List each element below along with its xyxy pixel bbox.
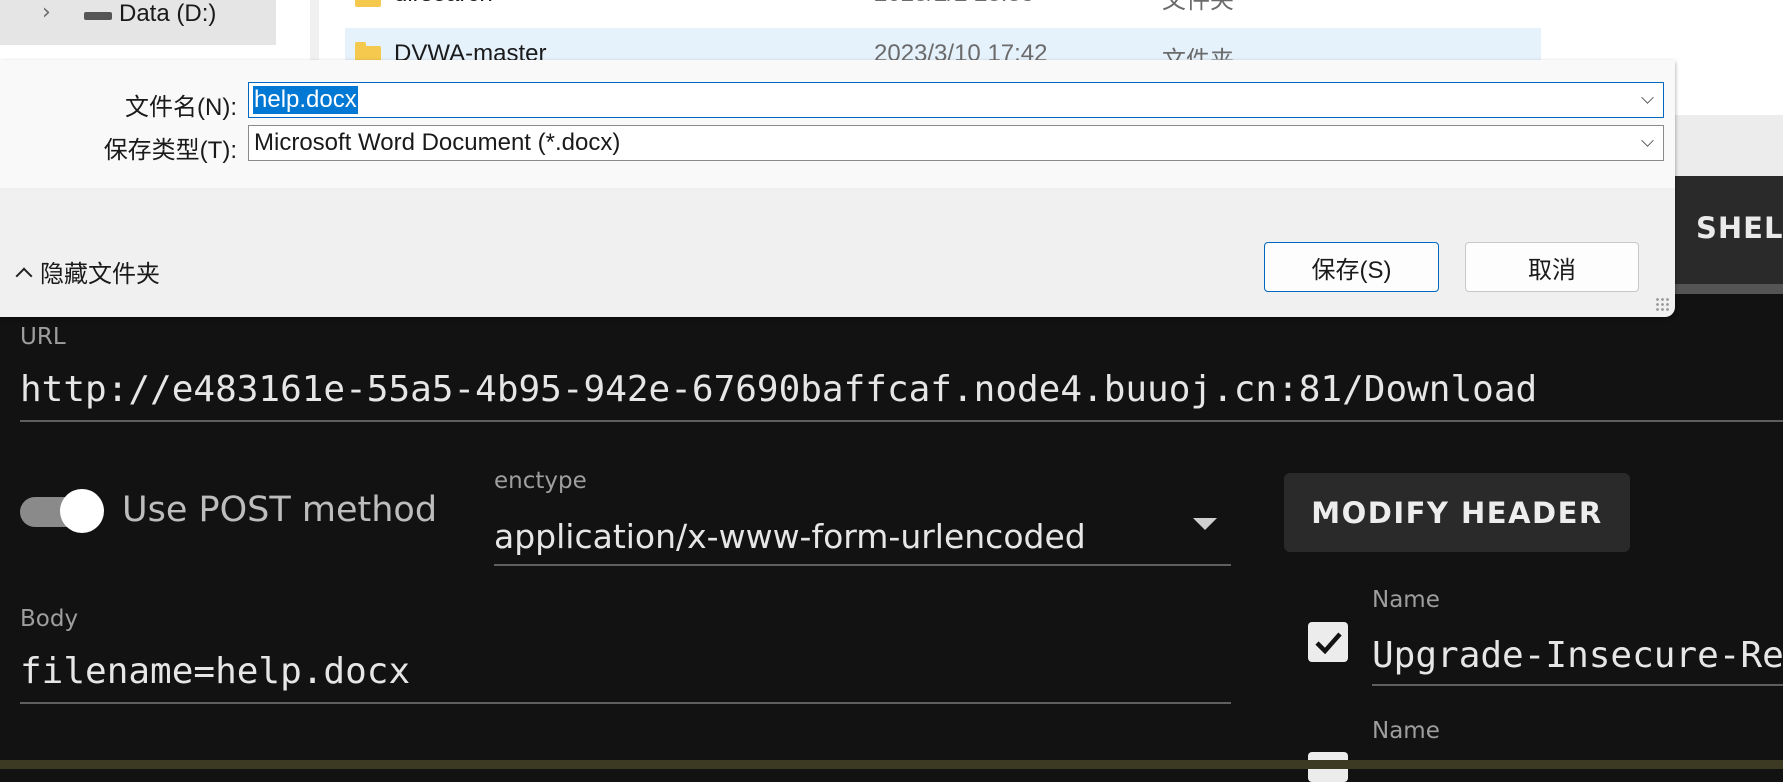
file-date: 2023/2/2 23:38 bbox=[874, 0, 1034, 8]
header-name-label: Name bbox=[1372, 587, 1440, 613]
folder-icon bbox=[355, 0, 381, 7]
filename-input[interactable]: help.docx bbox=[248, 82, 1664, 118]
dropdown-arrow-icon[interactable] bbox=[1193, 518, 1217, 530]
filename-label: 文件名(N): bbox=[125, 94, 237, 121]
enctype-select[interactable]: application/x-www-form-urlencoded bbox=[494, 517, 1086, 556]
modify-header-button[interactable]: MODIFY HEADER bbox=[1284, 473, 1630, 552]
enctype-underline bbox=[494, 564, 1231, 566]
dialog-browser-area: › Data (D:) dirsearch 2023/2/2 23:38 文件夹… bbox=[0, 0, 1675, 74]
body-label: Body bbox=[20, 606, 79, 632]
nav-scrollbar[interactable] bbox=[310, 0, 319, 60]
url-underline bbox=[20, 420, 1783, 422]
file-name: dirsearch bbox=[394, 0, 493, 8]
url-input[interactable]: http://e483161e-55a5-4b95-942e-67690baff… bbox=[20, 369, 1537, 410]
file-row[interactable]: dirsearch 2023/2/2 23:38 文件夹 bbox=[345, 0, 1541, 14]
filetype-select[interactable]: Microsoft Word Document (*.docx) bbox=[248, 125, 1664, 161]
save-button[interactable]: 保存(S) bbox=[1264, 242, 1439, 292]
app-top-area bbox=[1675, 0, 1783, 115]
header-name-input[interactable]: Upgrade-Insecure-Re bbox=[1372, 635, 1783, 676]
save-dialog: 文件名(N): help.docx 保存类型(T): Microsoft Wor… bbox=[0, 60, 1675, 317]
header-name-underline bbox=[1372, 684, 1783, 686]
filename-value[interactable]: help.docx bbox=[253, 86, 358, 114]
post-method-label: Use POST method bbox=[122, 490, 438, 530]
file-type: 文件夹 bbox=[1162, 0, 1234, 14]
chevron-right-icon[interactable]: › bbox=[42, 0, 51, 25]
post-method-toggle-knob[interactable] bbox=[60, 489, 104, 533]
check-icon bbox=[1315, 632, 1342, 655]
enctype-label: enctype bbox=[494, 468, 587, 494]
chevron-down-icon[interactable] bbox=[1641, 91, 1654, 104]
chevron-up-icon bbox=[15, 267, 33, 284]
nav-item-data-drive[interactable]: › Data (D:) bbox=[0, 0, 276, 45]
url-label: URL bbox=[20, 324, 66, 350]
file-row-selected[interactable]: DVWA-master 2023/3/10 17:42 文件夹 bbox=[345, 28, 1541, 74]
filetype-label: 保存类型(T): bbox=[103, 137, 237, 164]
body-underline bbox=[20, 702, 1231, 704]
hide-folders-label: 隐藏文件夹 bbox=[40, 261, 160, 288]
hide-folders-toggle[interactable]: 隐藏文件夹 bbox=[14, 254, 160, 289]
nav-item-label: Data (D:) bbox=[119, 0, 217, 27]
chevron-down-icon[interactable] bbox=[1641, 134, 1654, 147]
cancel-button[interactable]: 取消 bbox=[1465, 242, 1639, 292]
bottom-edge bbox=[0, 760, 1783, 769]
drive-icon bbox=[84, 12, 112, 20]
filetype-value: Microsoft Word Document (*.docx) bbox=[254, 129, 621, 156]
body-input[interactable]: filename=help.docx bbox=[20, 651, 410, 692]
header-enabled-checkbox[interactable] bbox=[1308, 622, 1348, 662]
header-name-label-2: Name bbox=[1372, 718, 1440, 744]
app-tab-bar bbox=[1675, 115, 1783, 176]
save-form: 文件名(N): help.docx 保存类型(T): Microsoft Wor… bbox=[0, 60, 1675, 188]
resize-grip-icon[interactable] bbox=[1655, 297, 1669, 311]
